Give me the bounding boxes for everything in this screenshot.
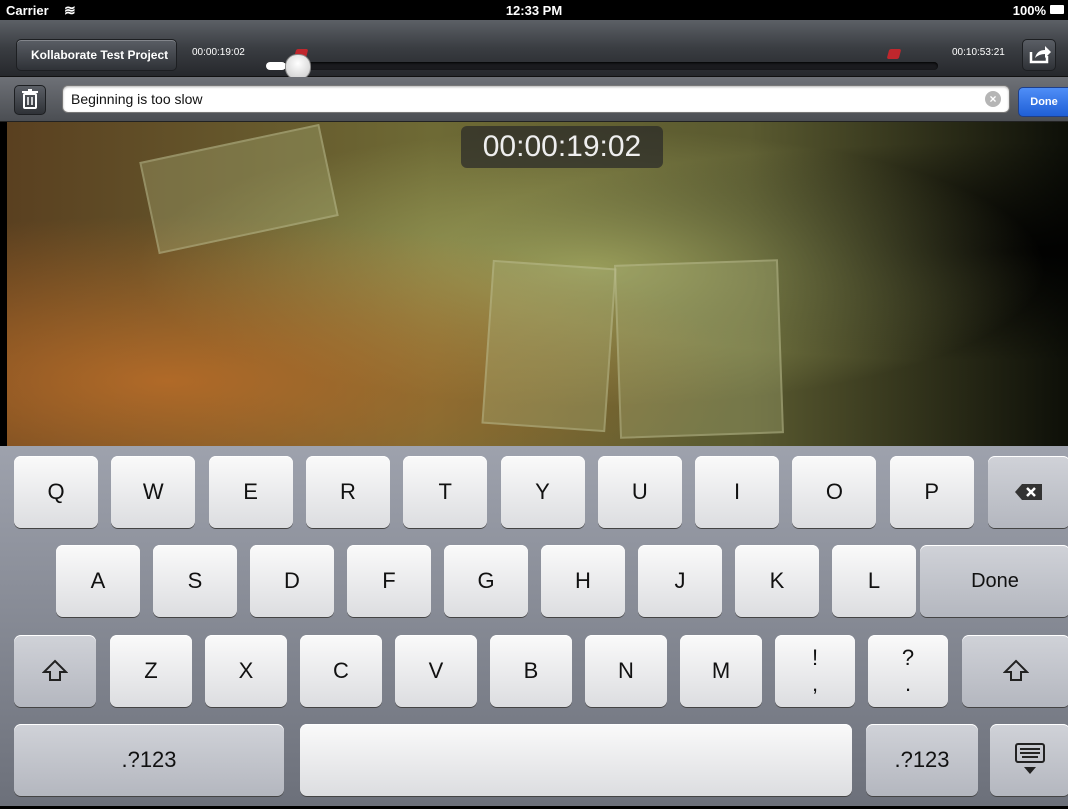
key-n[interactable]: N (585, 635, 667, 707)
back-button[interactable]: Kollaborate Test Project (16, 39, 178, 71)
onscreen-keyboard: .?123 .?123 Q W E R T Y U I O P A S D F G H J K L Done Z X C V B… (0, 446, 1068, 806)
key-top-char: ? (901, 645, 915, 670)
key-g[interactable]: G (444, 545, 528, 617)
key-exclamation-comma[interactable]: !, (775, 635, 855, 707)
done-button[interactable]: Done (1018, 87, 1068, 117)
return-done-key[interactable]: Done (920, 545, 1068, 617)
key-b[interactable]: B (490, 635, 572, 707)
key-w[interactable]: W (111, 456, 196, 528)
key-r[interactable]: R (305, 456, 390, 528)
key-d[interactable]: D (250, 545, 334, 617)
key-h[interactable]: H (541, 545, 625, 617)
back-button-label: Kollaborate Test Project (31, 48, 169, 62)
key-x[interactable]: X (205, 635, 287, 707)
key-a[interactable]: A (56, 545, 140, 617)
numbers-key[interactable]: .?123 (14, 724, 284, 796)
backspace-key[interactable] (988, 456, 1068, 528)
key-bottom-char: . (904, 671, 912, 696)
clear-text-icon[interactable]: × (985, 91, 1001, 107)
timecode-overlay: 00:00:19:02 (461, 126, 663, 168)
player-toolbar: Kollaborate Test Project 00:00:19:02 00:… (0, 20, 1068, 80)
key-j[interactable]: J (638, 545, 722, 617)
numbers-key-right[interactable]: .?123 (866, 724, 978, 796)
key-t[interactable]: T (403, 456, 488, 528)
video-tile (481, 259, 617, 433)
shift-icon (41, 659, 69, 681)
clock: 12:33 PM (505, 3, 563, 18)
key-p[interactable]: P (889, 456, 974, 528)
key-z[interactable]: Z (110, 635, 192, 707)
duration-timecode: 00:10:53:21 (952, 47, 1005, 58)
share-button[interactable] (1022, 39, 1056, 71)
key-question-period[interactable]: ?. (868, 635, 948, 707)
comment-marker[interactable] (886, 49, 901, 59)
key-l[interactable]: L (832, 545, 916, 617)
status-bar: Carrier ≋ 12:33 PM 100% (0, 0, 1068, 20)
key-top-char: ! (811, 645, 819, 670)
delete-comment-button[interactable] (14, 85, 46, 115)
backspace-icon (1015, 484, 1042, 500)
trash-icon (22, 89, 38, 109)
video-frame[interactable] (7, 122, 1068, 446)
key-q[interactable]: Q (14, 456, 98, 528)
keyboard-dismiss-icon (1015, 743, 1045, 774)
comment-input[interactable]: Beginning is too slow × (62, 85, 1010, 113)
key-v[interactable]: V (395, 635, 477, 707)
key-k[interactable]: K (735, 545, 819, 617)
key-o[interactable]: O (792, 456, 877, 528)
video-tile (614, 259, 784, 439)
key-y[interactable]: Y (500, 456, 585, 528)
battery-icon (1050, 5, 1064, 14)
battery-percent: 100% (1012, 3, 1046, 18)
key-s[interactable]: S (153, 545, 237, 617)
comment-input-value: Beginning is too slow (71, 91, 203, 107)
space-key[interactable] (300, 724, 852, 796)
key-i[interactable]: I (695, 456, 780, 528)
key-u[interactable]: U (597, 456, 682, 528)
key-f[interactable]: F (347, 545, 431, 617)
key-c[interactable]: C (300, 635, 382, 707)
scrubber-track[interactable] (266, 62, 938, 70)
video-tile (139, 123, 339, 255)
current-timecode: 00:00:19:02 (192, 47, 245, 58)
key-m[interactable]: M (680, 635, 762, 707)
shift-key-left[interactable] (14, 635, 96, 707)
dismiss-keyboard-key[interactable] (990, 724, 1068, 796)
share-icon (1029, 46, 1051, 64)
shift-key-right[interactable] (962, 635, 1068, 707)
scrubber-progress (266, 62, 286, 70)
comment-bar: Beginning is too slow × Done (0, 77, 1068, 122)
shift-icon (1002, 659, 1030, 681)
key-bottom-char: , (811, 671, 819, 696)
key-e[interactable]: E (208, 456, 293, 528)
